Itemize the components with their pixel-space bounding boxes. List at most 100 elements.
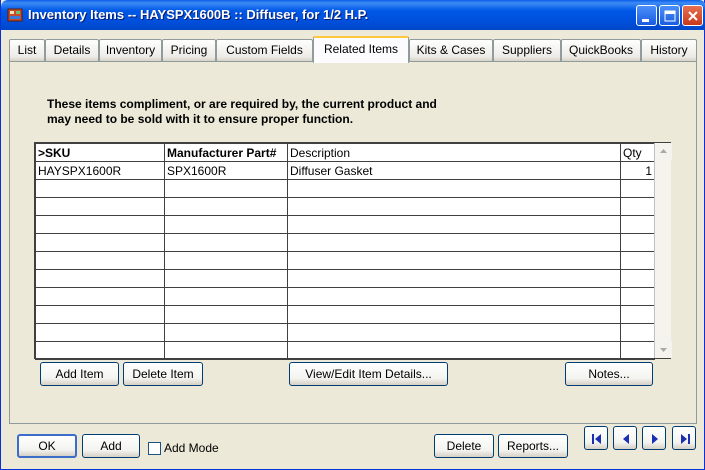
table-cell-sku[interactable] (35, 251, 165, 270)
table-cell-mfr-part[interactable] (164, 287, 288, 306)
last-record-icon (681, 434, 690, 444)
table-cell-sku[interactable] (35, 323, 165, 342)
tab-kits-cases[interactable]: Kits & Cases (409, 39, 493, 61)
table-cell-description[interactable] (287, 233, 621, 252)
table-cell-qty[interactable] (620, 341, 655, 360)
tab-inventory[interactable]: Inventory (99, 39, 162, 61)
table-cell-mfr-part[interactable] (164, 215, 288, 234)
table-cell-sku[interactable] (35, 179, 165, 198)
tab-custom-fields[interactable]: Custom Fields (216, 39, 313, 61)
add-button[interactable]: Add (82, 434, 140, 458)
table-cell-description[interactable] (287, 179, 621, 198)
reports-button[interactable]: Reports... (498, 434, 568, 458)
minimize-button[interactable] (636, 5, 657, 26)
table-cell-sku[interactable] (35, 215, 165, 234)
last-record-button[interactable] (672, 426, 696, 450)
first-record-icon (592, 434, 601, 444)
table-cell-description[interactable] (287, 323, 621, 342)
table-cell-sku[interactable] (35, 305, 165, 324)
table-cell-qty[interactable] (620, 179, 655, 198)
table-row[interactable] (35, 197, 655, 216)
inventory-items-window: Inventory Items -- HAYSPX1600B :: Diffus… (0, 0, 705, 470)
table-cell-mfr-part[interactable]: SPX1600R (164, 161, 288, 180)
table-cell-mfr-part[interactable] (164, 341, 288, 360)
maximize-button[interactable] (659, 5, 680, 26)
table-cell-description[interactable]: Diffuser Gasket (287, 161, 621, 180)
related-items-description: These items compliment, or are required … (47, 97, 467, 127)
table-cell-description[interactable] (287, 251, 621, 270)
minimize-icon (642, 19, 649, 22)
table-cell-qty[interactable] (620, 269, 655, 288)
add-mode-checkbox[interactable] (148, 442, 161, 455)
table-cell-sku[interactable] (35, 233, 165, 252)
table-cell-qty[interactable] (620, 233, 655, 252)
scroll-up-button[interactable] (655, 143, 672, 160)
next-record-button[interactable] (642, 426, 666, 450)
table-cell-qty[interactable] (620, 251, 655, 270)
add-item-button[interactable]: Add Item (40, 362, 119, 386)
table-cell-qty[interactable] (620, 305, 655, 324)
scroll-down-button[interactable] (655, 341, 672, 358)
table-row[interactable] (35, 323, 655, 342)
table-row[interactable] (35, 269, 655, 288)
table-cell-mfr-part[interactable] (164, 305, 288, 324)
table-cell-sku[interactable]: HAYSPX1600R (35, 161, 165, 180)
grid-vertical-scrollbar[interactable] (654, 143, 672, 358)
ok-button[interactable]: OK (17, 434, 77, 458)
previous-record-icon (623, 434, 629, 444)
tab-quickbooks[interactable]: QuickBooks (561, 39, 641, 61)
table-cell-mfr-part[interactable] (164, 323, 288, 342)
column-header-manufacturer-part[interactable]: Manufacturer Part# (164, 143, 288, 162)
column-header-sku[interactable]: >SKU (35, 143, 165, 162)
close-button[interactable] (682, 5, 703, 26)
table-cell-qty[interactable] (620, 215, 655, 234)
table-cell-sku[interactable] (35, 269, 165, 288)
tab-history[interactable]: History (641, 39, 697, 61)
table-cell-description[interactable] (287, 305, 621, 324)
related-items-grid[interactable]: >SKU Manufacturer Part# Description Qty … (34, 142, 672, 360)
delete-button[interactable]: Delete (434, 434, 494, 458)
scroll-down-arrow-icon (660, 348, 667, 352)
table-cell-sku[interactable] (35, 287, 165, 306)
table-row[interactable]: HAYSPX1600R SPX1600R Diffuser Gasket 1 (35, 161, 655, 180)
title-bar[interactable]: Inventory Items -- HAYSPX1600B :: Diffus… (1, 0, 705, 30)
notes-button[interactable]: Notes... (565, 362, 653, 386)
view-edit-item-details-button[interactable]: View/Edit Item Details... (289, 362, 448, 386)
table-cell-qty[interactable] (620, 197, 655, 216)
table-cell-mfr-part[interactable] (164, 179, 288, 198)
delete-item-button[interactable]: Delete Item (123, 362, 203, 386)
table-cell-description[interactable] (287, 341, 621, 360)
first-record-button[interactable] (584, 426, 608, 450)
table-row[interactable] (35, 251, 655, 270)
column-header-description[interactable]: Description (287, 143, 621, 162)
table-cell-mfr-part[interactable] (164, 197, 288, 216)
table-cell-description[interactable] (287, 269, 621, 288)
table-row[interactable] (35, 305, 655, 324)
table-cell-qty[interactable] (620, 323, 655, 342)
table-row[interactable] (35, 233, 655, 252)
table-cell-mfr-part[interactable] (164, 269, 288, 288)
table-cell-description[interactable] (287, 215, 621, 234)
table-cell-qty[interactable]: 1 (620, 161, 655, 180)
tab-related-items[interactable]: Related Items (313, 36, 409, 63)
table-cell-sku[interactable] (35, 197, 165, 216)
table-cell-mfr-part[interactable] (164, 233, 288, 252)
tab-list[interactable]: List (9, 39, 45, 61)
table-cell-mfr-part[interactable] (164, 251, 288, 270)
tab-details[interactable]: Details (45, 39, 99, 61)
table-row[interactable] (35, 341, 655, 360)
table-cell-description[interactable] (287, 287, 621, 306)
tab-pricing[interactable]: Pricing (162, 39, 216, 61)
window-title: Inventory Items -- HAYSPX1600B :: Diffus… (28, 7, 369, 22)
table-cell-description[interactable] (287, 197, 621, 216)
tab-suppliers[interactable]: Suppliers (493, 39, 561, 61)
related-items-table: >SKU Manufacturer Part# Description Qty … (35, 143, 655, 360)
column-header-qty[interactable]: Qty (620, 143, 655, 162)
table-row[interactable] (35, 215, 655, 234)
table-row[interactable] (35, 287, 655, 306)
table-row[interactable] (35, 179, 655, 198)
table-cell-sku[interactable] (35, 341, 165, 360)
table-cell-qty[interactable] (620, 287, 655, 306)
previous-record-button[interactable] (613, 426, 637, 450)
close-icon (688, 11, 698, 21)
